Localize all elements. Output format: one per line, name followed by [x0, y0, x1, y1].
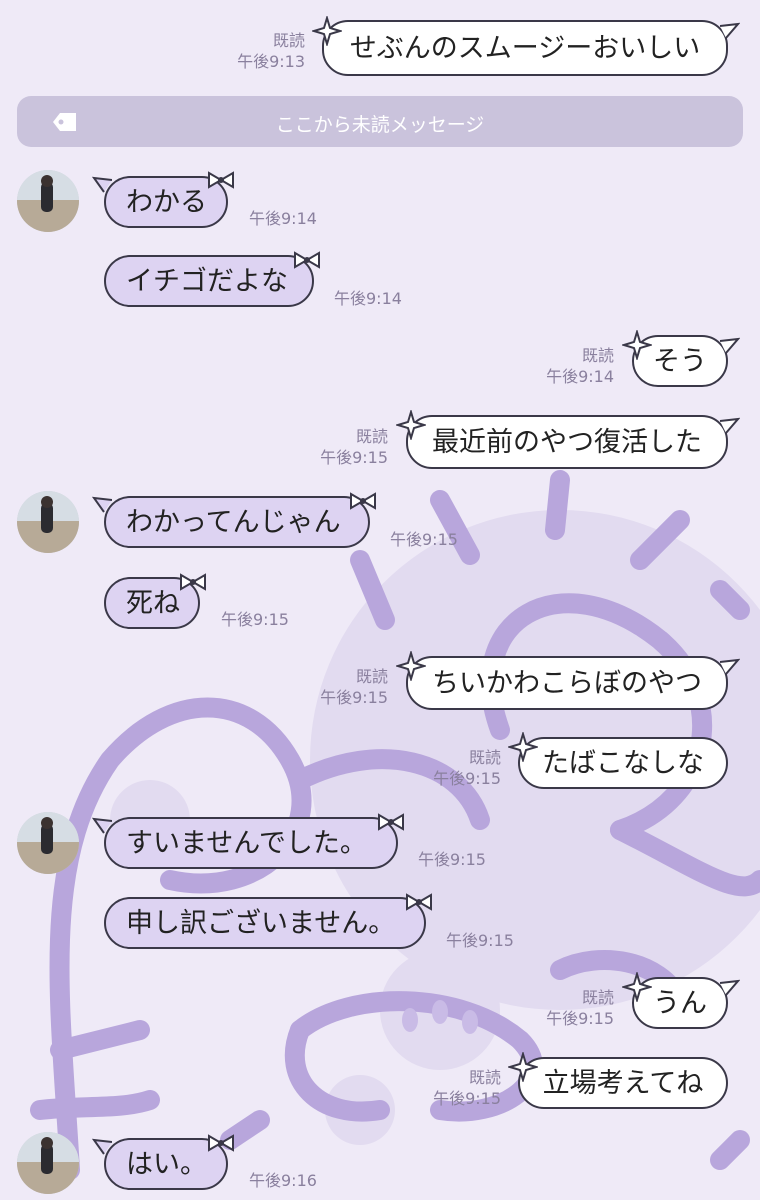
message-timestamp: 午後9:15	[418, 850, 486, 869]
message-text: 死ね	[126, 587, 180, 619]
sparkle-icon	[508, 732, 538, 762]
read-receipt: 既読	[468, 748, 501, 767]
read-receipt: 既読	[581, 988, 614, 1007]
bubble-tail	[720, 417, 740, 434]
message-timestamp: 午後9:16	[249, 1171, 317, 1190]
sparkle-icon	[396, 651, 426, 681]
read-receipt: 既読	[272, 31, 305, 50]
received-message-bubble[interactable]: イチゴだよな	[104, 255, 314, 307]
bubble-tail	[92, 817, 112, 834]
sparkle-icon	[396, 410, 426, 440]
message-text: わかる	[126, 186, 207, 218]
message-meta: 既読 午後9:15	[320, 666, 388, 708]
message-timestamp: 午後9:15	[446, 931, 514, 950]
message-text: イチゴだよな	[126, 265, 288, 297]
ribbon-icon	[378, 813, 404, 831]
sent-message-bubble[interactable]: 立場考えてね	[518, 1057, 728, 1109]
ribbon-icon	[350, 492, 376, 510]
bubble-tail	[720, 658, 740, 675]
message-meta: 既読 午後9:15	[433, 1067, 501, 1109]
read-receipt: 既読	[581, 346, 614, 365]
message-text: たばこなしな	[542, 747, 704, 779]
message-text: 立場考えてね	[542, 1067, 704, 1099]
message-text: せぶんのスムージーおいしい	[349, 32, 701, 64]
avatar[interactable]	[17, 1132, 79, 1194]
message-text: すいませんでした。	[126, 827, 367, 859]
message-text: 最近前のやつ復活した	[432, 426, 702, 458]
message-meta: 既読 午後9:15	[320, 426, 388, 468]
read-receipt: 既読	[468, 1068, 501, 1087]
message-meta: 既読 午後9:15	[433, 747, 501, 789]
message-timestamp: 午後9:13	[237, 52, 305, 71]
message-timestamp: 午後9:14	[249, 209, 317, 228]
ribbon-icon	[180, 573, 206, 591]
bubble-tail	[720, 22, 740, 39]
message-timestamp: 午後9:15	[221, 610, 289, 629]
message-text: ちいかわこらぼのやつ	[432, 667, 702, 699]
message-text: はい。	[126, 1148, 207, 1180]
sparkle-icon	[622, 330, 652, 360]
unread-messages-divider: ここから未読メッセージ	[17, 96, 743, 147]
ribbon-icon	[208, 1134, 234, 1152]
message-text: わかってんじゃん	[126, 506, 341, 538]
read-receipt: 既読	[355, 427, 388, 446]
bubble-tail	[720, 979, 740, 996]
avatar[interactable]	[17, 812, 79, 874]
message-timestamp: 午後9:14	[334, 289, 402, 308]
bubble-tail	[92, 176, 112, 193]
read-receipt: 既読	[355, 667, 388, 686]
message-text: 申し訳ございません。	[126, 907, 396, 939]
bubble-tail	[92, 496, 112, 513]
ribbon-icon	[208, 171, 234, 189]
bubble-tail	[720, 337, 740, 354]
message-meta: 既読 午後9:14	[546, 345, 614, 387]
message-timestamp: 午後9:15	[433, 769, 501, 788]
sent-message-bubble[interactable]: たばこなしな	[518, 737, 728, 789]
message-timestamp: 午後9:15	[390, 530, 458, 549]
sent-message-bubble[interactable]: ちいかわこらぼのやつ	[406, 656, 728, 710]
received-message-bubble[interactable]: 申し訳ございません。	[104, 897, 426, 949]
avatar[interactable]	[17, 170, 79, 232]
message-timestamp: 午後9:15	[320, 448, 388, 467]
bubble-tail	[92, 1138, 112, 1155]
ribbon-icon	[406, 893, 432, 911]
message-timestamp: 午後9:15	[320, 688, 388, 707]
unread-divider-label: ここから未読メッセージ	[275, 114, 485, 136]
sent-message-bubble[interactable]: せぶんのスムージーおいしい	[322, 20, 728, 76]
sparkle-icon	[622, 972, 652, 1002]
message-timestamp: 午後9:15	[433, 1089, 501, 1108]
message-timestamp: 午後9:15	[546, 1009, 614, 1028]
avatar[interactable]	[17, 491, 79, 553]
message-meta: 既読 午後9:13	[237, 30, 305, 72]
message-meta: 既読 午後9:15	[546, 987, 614, 1029]
sparkle-icon	[508, 1052, 538, 1082]
message-timestamp: 午後9:14	[546, 367, 614, 386]
sparkle-icon	[312, 16, 342, 46]
received-message-bubble[interactable]: すいませんでした。	[104, 817, 398, 869]
received-message-bubble[interactable]: わかってんじゃん	[104, 496, 370, 548]
message-text: そう	[653, 345, 707, 377]
ribbon-icon	[294, 251, 320, 269]
message-text: うん	[653, 987, 707, 1019]
sent-message-bubble[interactable]: 最近前のやつ復活した	[406, 415, 728, 469]
